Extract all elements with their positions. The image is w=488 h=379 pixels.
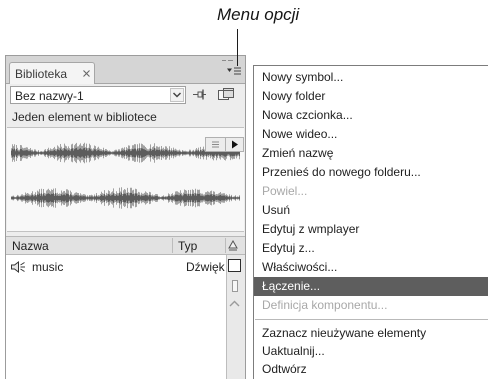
panel-menu-icon[interactable]	[227, 67, 241, 76]
collapse-panel-icon[interactable]	[222, 59, 233, 62]
menu-item-move-to-new-folder[interactable]: Przenieś do nowego folderu...	[254, 163, 488, 182]
library-select[interactable]: Bez nazwy-1	[10, 86, 186, 104]
list-side-strip	[226, 255, 245, 379]
annotation-callout-line	[237, 29, 238, 66]
menu-separator	[254, 315, 488, 324]
menu-item-edit-with[interactable]: Edytuj z...	[254, 239, 488, 258]
panel-tab-strip: Biblioteka	[6, 56, 245, 84]
wide-view-icon[interactable]	[228, 259, 241, 272]
menu-item-component-definition[interactable]: Definicja komponentu...	[254, 296, 488, 315]
new-library-panel-icon[interactable]	[218, 88, 234, 101]
library-item-list: music Dźwięk	[6, 255, 226, 379]
menu-item-delete[interactable]: Usuń	[254, 201, 488, 220]
menu-item-properties[interactable]: Właściwości...	[254, 258, 488, 277]
screenshot-stage: Menu opcji Biblioteka Bez nazwy-1 Jeden …	[0, 0, 488, 379]
menu-item-select-unused-items[interactable]: Zaznacz nieużywane elementy	[254, 324, 488, 342]
chevron-up-icon[interactable]	[229, 300, 240, 307]
annotation-label: Menu opcji	[217, 5, 300, 24]
menu-item-play[interactable]: Odtwórz	[254, 360, 488, 378]
column-header-name[interactable]: Nazwa	[12, 239, 49, 253]
menu-item-edit-with-wmplayer[interactable]: Edytuj z wmplayer	[254, 220, 488, 239]
column-divider[interactable]	[225, 238, 226, 253]
list-item[interactable]: music Dźwięk	[6, 258, 226, 275]
menu-item-rename[interactable]: Zmień nazwę	[254, 144, 488, 163]
library-select-value: Bez nazwy-1	[15, 89, 84, 103]
menu-item-duplicate[interactable]: Powiel...	[254, 182, 488, 201]
options-menu: Nowy symbol... Nowy folder Nowa czcionka…	[253, 65, 488, 379]
item-name: music	[32, 260, 64, 274]
menu-item-linkage[interactable]: Łączenie...	[254, 277, 488, 296]
column-divider[interactable]	[172, 238, 173, 253]
stop-icon[interactable]	[206, 138, 226, 151]
tab-library[interactable]: Biblioteka	[9, 62, 95, 84]
menu-item-update[interactable]: Uaktualnij...	[254, 342, 488, 360]
column-header: Nazwa Typ	[6, 236, 245, 255]
menu-item-new-video[interactable]: Nowe wideo...	[254, 125, 488, 144]
menu-group: Zaznacz nieużywane elementy Uaktualnij..…	[254, 324, 488, 378]
play-icon[interactable]	[226, 138, 243, 151]
item-type: Dźwięk	[186, 260, 225, 274]
library-item-count: Jeden element w bibliotece	[12, 110, 157, 124]
chevron-down-icon[interactable]	[170, 88, 184, 102]
menu-group: Nowy symbol... Nowy folder Nowa czcionka…	[254, 68, 488, 315]
menu-item-new-folder[interactable]: Nowy folder	[254, 87, 488, 106]
column-header-type[interactable]: Typ	[178, 239, 197, 253]
preview-controls	[205, 137, 244, 152]
library-panel: Biblioteka Bez nazwy-1 Jeden element w b…	[5, 55, 246, 379]
menu-item-new-symbol[interactable]: Nowy symbol...	[254, 68, 488, 87]
pin-icon[interactable]	[193, 88, 207, 101]
close-icon[interactable]	[83, 70, 90, 77]
tab-library-label: Biblioteka	[15, 67, 68, 81]
item-preview	[7, 127, 244, 232]
menu-item-new-font[interactable]: Nowa czcionka...	[254, 106, 488, 125]
narrow-view-icon[interactable]	[232, 280, 238, 292]
sort-icon[interactable]	[228, 240, 238, 251]
speaker-icon	[11, 261, 25, 273]
